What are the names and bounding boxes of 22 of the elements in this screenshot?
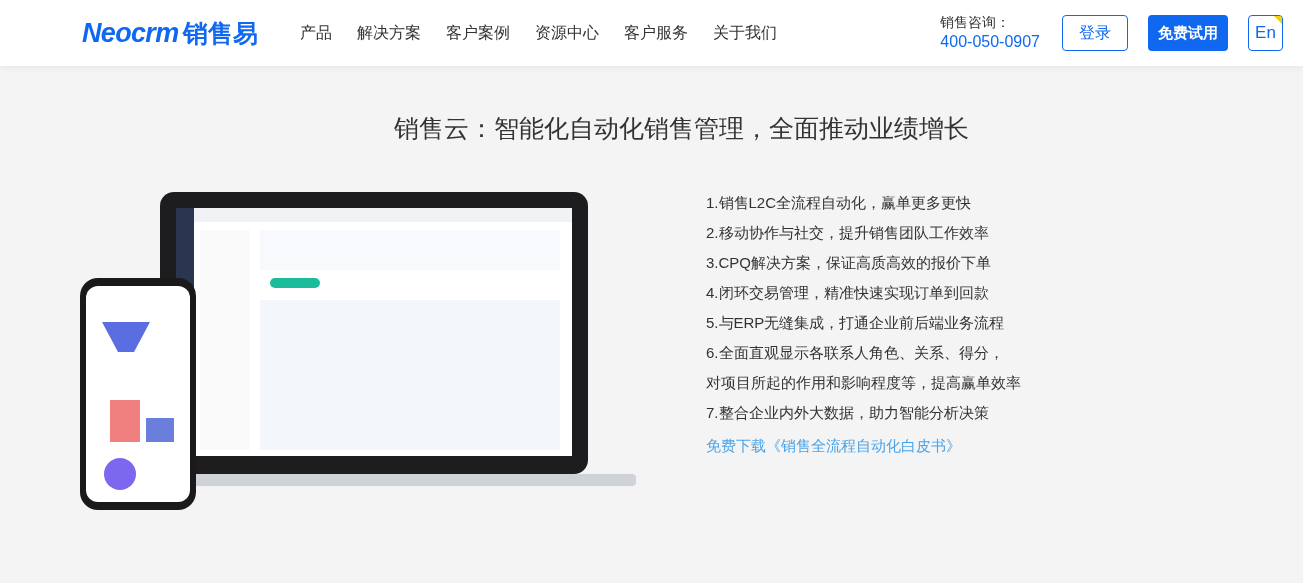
feature-line: 4.闭环交易管理，精准快速实现订单到回款 xyxy=(706,282,990,303)
nav-link[interactable]: 客户服务 xyxy=(623,21,688,45)
nav-link[interactable]: 资源中心 xyxy=(534,21,599,45)
corner-flag-icon xyxy=(1274,16,1282,24)
nav-link[interactable]: 客户案例 xyxy=(445,21,510,45)
language-button[interactable]: En xyxy=(1248,15,1283,51)
nav-link[interactable]: 关于我们 xyxy=(712,21,777,45)
logo[interactable]: Neocrm销售易 xyxy=(82,12,258,54)
nav-link[interactable]: 产品 xyxy=(299,21,332,45)
feature-line: 对项目所起的作用和影响程度等，提高赢单效率 xyxy=(706,372,1021,393)
feature-line: 6.全面直观显示各联系人角色、关系、得分， xyxy=(706,342,1005,363)
login-button[interactable]: 登录 xyxy=(1062,15,1128,51)
feature-line: 5.与ERP无缝集成，打通企业前后端业务流程 xyxy=(706,312,1006,333)
phone-number: 400-050-0907 xyxy=(940,31,1040,52)
hero-title: 销售云：智能化自动化销售管理，全面推动业绩增长 xyxy=(393,113,970,144)
feature-line: 3.CPQ解决方案，保证高质高效的报价下单 xyxy=(706,252,992,273)
feature-line: 1.销售L2C全流程自动化，赢单更多更快 xyxy=(706,192,973,213)
feature-line: 7.整合企业内外大数据，助力智能分析决策 xyxy=(706,402,990,423)
nav-link[interactable]: 解决方案 xyxy=(356,21,421,45)
free-trial-button[interactable]: 免费试用 xyxy=(1148,15,1228,51)
contact-label: 销售咨询： xyxy=(940,14,1012,32)
feature-line: 2.移动协作与社交，提升销售团队工作效率 xyxy=(706,222,990,243)
